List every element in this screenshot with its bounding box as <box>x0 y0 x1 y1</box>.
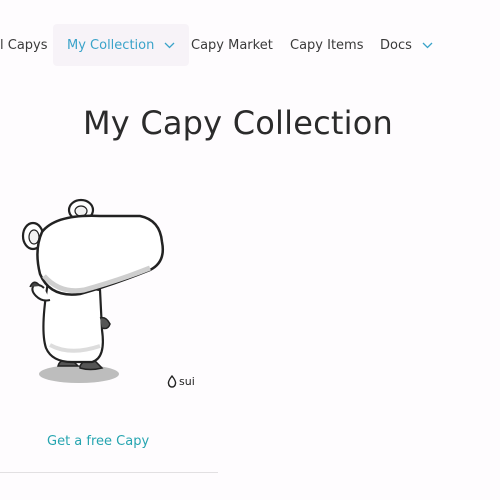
nav-item-my-collection[interactable]: My Collection <box>53 24 190 66</box>
nav-item-label: Capy Items <box>290 37 364 53</box>
nav-item-label: Docs <box>380 37 412 53</box>
chevron-down-icon <box>422 42 433 49</box>
capy-image <box>21 198 164 383</box>
chevron-down-icon <box>164 42 175 49</box>
page: l Capys My Collection Capy Market Capy I… <box>0 0 500 500</box>
nav-item-label: My Collection <box>67 37 155 53</box>
nav-item-capy-items[interactable]: Capy Items <box>290 24 364 66</box>
nav-item-label: l Capys <box>0 37 48 53</box>
sui-brand-label: sui <box>179 375 195 388</box>
get-free-capy-link[interactable]: Get a free Capy <box>47 434 149 449</box>
card-divider <box>0 472 218 473</box>
top-nav: l Capys My Collection Capy Market Capy I… <box>0 24 500 66</box>
sui-logo: sui <box>167 375 195 388</box>
capy-card: sui Get a free Capy <box>0 190 218 473</box>
nav-item-capy-market[interactable]: Capy Market <box>191 24 273 66</box>
page-title: My Capy Collection <box>83 104 393 142</box>
nav-item-all-capys[interactable]: l Capys <box>0 24 48 66</box>
sui-drop-icon <box>167 375 177 388</box>
nav-item-docs[interactable]: Docs <box>380 24 433 66</box>
nav-item-label: Capy Market <box>191 37 273 53</box>
